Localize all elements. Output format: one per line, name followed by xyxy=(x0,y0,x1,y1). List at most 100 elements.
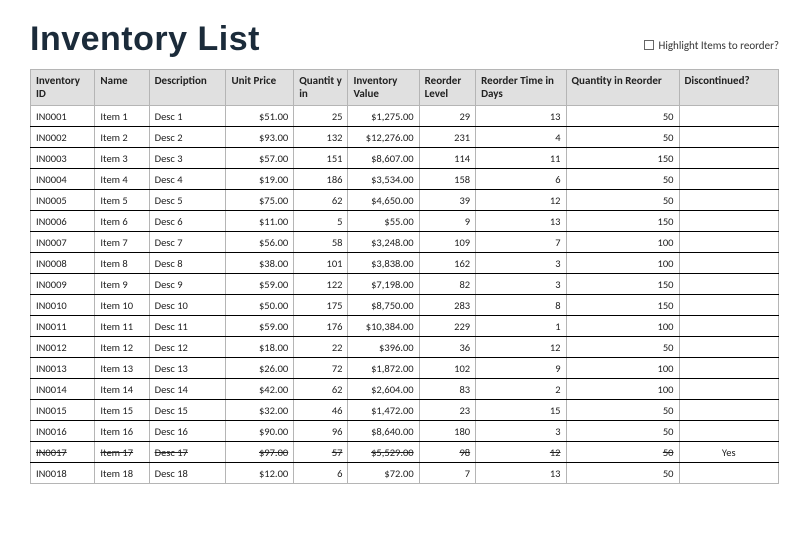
cell-rlevel: 23 xyxy=(419,400,475,421)
cell-disc: Yes xyxy=(679,442,779,463)
cell-uprice: $18.00 xyxy=(226,337,294,358)
cell-qreord: 100 xyxy=(566,379,679,400)
cell-desc: Desc 14 xyxy=(149,379,226,400)
cell-desc: Desc 16 xyxy=(149,421,226,442)
table-row[interactable]: IN0004Item 4Desc 4$19.00186$3,534.001586… xyxy=(31,169,779,190)
cell-name: Item 18 xyxy=(95,463,149,484)
cell-id: IN0003 xyxy=(31,148,95,169)
col-header-id[interactable]: Inventory ID xyxy=(31,70,95,106)
cell-rlevel: 109 xyxy=(419,232,475,253)
cell-rlevel: 7 xyxy=(419,463,475,484)
cell-rtime: 12 xyxy=(476,190,566,211)
table-row[interactable]: IN0006Item 6Desc 6$11.005$55.00913150 xyxy=(31,211,779,232)
cell-qty: 101 xyxy=(294,253,348,274)
col-header-qty-reorder[interactable]: Quantity in Reorder xyxy=(566,70,679,106)
cell-qreord: 50 xyxy=(566,400,679,421)
table-row[interactable]: IN0017Item 17Desc 17$97.0057$5,529.00981… xyxy=(31,442,779,463)
cell-inval: $1,472.00 xyxy=(348,400,419,421)
cell-disc xyxy=(679,358,779,379)
table-row[interactable]: IN0001Item 1Desc 1$51.0025$1,275.0029135… xyxy=(31,106,779,127)
cell-inval: $3,534.00 xyxy=(348,169,419,190)
cell-rtime: 11 xyxy=(476,148,566,169)
cell-rtime: 15 xyxy=(476,400,566,421)
cell-id: IN0004 xyxy=(31,169,95,190)
cell-inval: $8,640.00 xyxy=(348,421,419,442)
cell-uprice: $12.00 xyxy=(226,463,294,484)
cell-rtime: 4 xyxy=(476,127,566,148)
cell-id: IN0015 xyxy=(31,400,95,421)
cell-uprice: $42.00 xyxy=(226,379,294,400)
cell-rtime: 3 xyxy=(476,253,566,274)
col-header-name[interactable]: Name xyxy=(95,70,149,106)
cell-name: Item 2 xyxy=(95,127,149,148)
cell-id: IN0009 xyxy=(31,274,95,295)
col-header-qty[interactable]: Quantit y in xyxy=(294,70,348,106)
cell-qreord: 50 xyxy=(566,106,679,127)
cell-inval: $55.00 xyxy=(348,211,419,232)
cell-disc xyxy=(679,400,779,421)
table-row[interactable]: IN0012Item 12Desc 12$18.0022$396.0036125… xyxy=(31,337,779,358)
cell-qty: 25 xyxy=(294,106,348,127)
cell-name: Item 8 xyxy=(95,253,149,274)
table-row[interactable]: IN0011Item 11Desc 11$59.00176$10,384.002… xyxy=(31,316,779,337)
cell-desc: Desc 9 xyxy=(149,274,226,295)
cell-desc: Desc 11 xyxy=(149,316,226,337)
cell-disc xyxy=(679,232,779,253)
cell-id: IN0014 xyxy=(31,379,95,400)
table-row[interactable]: IN0005Item 5Desc 5$75.0062$4,650.0039125… xyxy=(31,190,779,211)
cell-inval: $2,604.00 xyxy=(348,379,419,400)
table-row[interactable]: IN0002Item 2Desc 2$93.00132$12,276.00231… xyxy=(31,127,779,148)
cell-name: Item 11 xyxy=(95,316,149,337)
cell-name: Item 13 xyxy=(95,358,149,379)
table-row[interactable]: IN0015Item 15Desc 15$32.0046$1,472.00231… xyxy=(31,400,779,421)
table-row[interactable]: IN0003Item 3Desc 3$57.00151$8,607.001141… xyxy=(31,148,779,169)
col-header-inv-value[interactable]: Inventory Value xyxy=(348,70,419,106)
cell-qty: 122 xyxy=(294,274,348,295)
col-header-unit-price[interactable]: Unit Price xyxy=(226,70,294,106)
table-row[interactable]: IN0007Item 7Desc 7$56.0058$3,248.0010971… xyxy=(31,232,779,253)
cell-uprice: $19.00 xyxy=(226,169,294,190)
table-row[interactable]: IN0018Item 18Desc 18$12.006$72.0071350 xyxy=(31,463,779,484)
col-header-desc[interactable]: Description xyxy=(149,70,226,106)
highlight-checkbox[interactable]: Highlight Items to reorder? xyxy=(644,39,780,52)
cell-id: IN0005 xyxy=(31,190,95,211)
cell-inval: $7,198.00 xyxy=(348,274,419,295)
cell-desc: Desc 15 xyxy=(149,400,226,421)
table-row[interactable]: IN0014Item 14Desc 14$42.0062$2,604.00832… xyxy=(31,379,779,400)
cell-uprice: $50.00 xyxy=(226,295,294,316)
highlight-label: Highlight Items to reorder? xyxy=(659,39,780,52)
table-row[interactable]: IN0013Item 13Desc 13$26.0072$1,872.00102… xyxy=(31,358,779,379)
cell-rlevel: 180 xyxy=(419,421,475,442)
cell-uprice: $59.00 xyxy=(226,274,294,295)
cell-rlevel: 162 xyxy=(419,253,475,274)
cell-qreord: 150 xyxy=(566,148,679,169)
cell-rtime: 7 xyxy=(476,232,566,253)
cell-rtime: 9 xyxy=(476,358,566,379)
cell-qreord: 100 xyxy=(566,358,679,379)
cell-rlevel: 102 xyxy=(419,358,475,379)
cell-qreord: 100 xyxy=(566,232,679,253)
cell-qty: 5 xyxy=(294,211,348,232)
col-header-discontinued[interactable]: Discontinued? xyxy=(679,70,779,106)
cell-uprice: $11.00 xyxy=(226,211,294,232)
cell-inval: $1,275.00 xyxy=(348,106,419,127)
cell-disc xyxy=(679,169,779,190)
cell-disc xyxy=(679,379,779,400)
cell-id: IN0011 xyxy=(31,316,95,337)
cell-rlevel: 229 xyxy=(419,316,475,337)
cell-inval: $12,276.00 xyxy=(348,127,419,148)
cell-qreord: 150 xyxy=(566,274,679,295)
table-row[interactable]: IN0010Item 10Desc 10$50.00175$8,750.0028… xyxy=(31,295,779,316)
cell-qty: 6 xyxy=(294,463,348,484)
col-header-reorder-level[interactable]: Reorder Level xyxy=(419,70,475,106)
table-row[interactable]: IN0016Item 16Desc 16$90.0096$8,640.00180… xyxy=(31,421,779,442)
cell-disc xyxy=(679,106,779,127)
cell-disc xyxy=(679,295,779,316)
cell-name: Item 12 xyxy=(95,337,149,358)
col-header-reorder-time[interactable]: Reorder Time in Days xyxy=(476,70,566,106)
table-row[interactable]: IN0009Item 9Desc 9$59.00122$7,198.008231… xyxy=(31,274,779,295)
cell-rlevel: 114 xyxy=(419,148,475,169)
cell-qty: 132 xyxy=(294,127,348,148)
table-row[interactable]: IN0008Item 8Desc 8$38.00101$3,838.001623… xyxy=(31,253,779,274)
checkbox-icon xyxy=(644,40,654,50)
